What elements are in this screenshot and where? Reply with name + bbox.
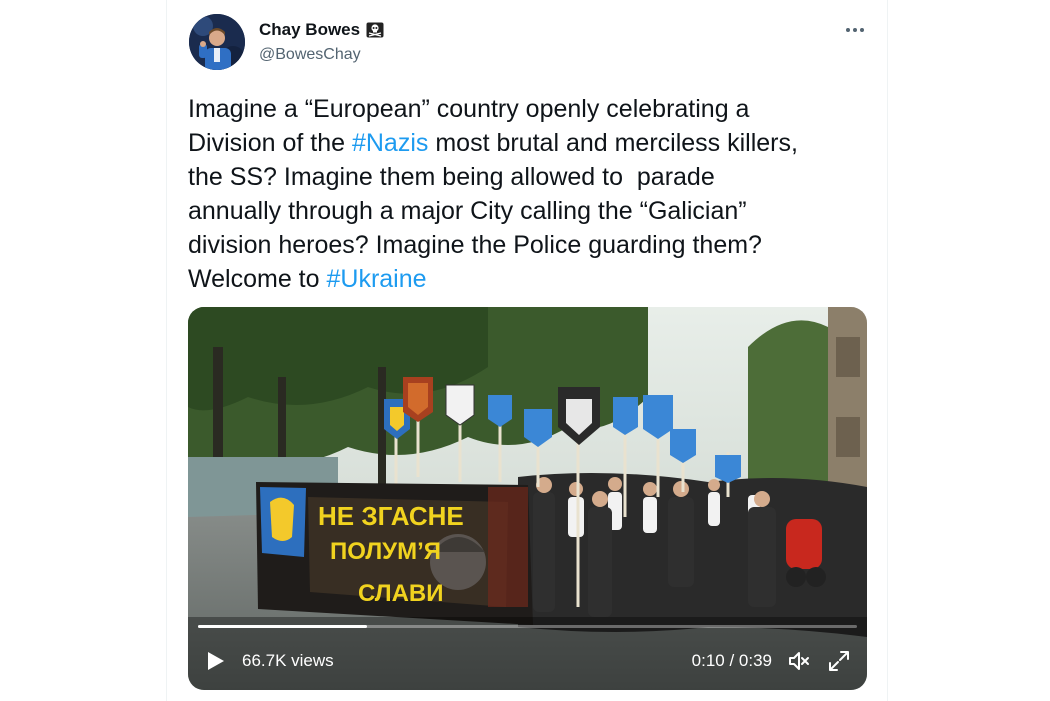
tweet-card: Chay Bowes @BowesChay Imagine a “Europea… (166, 0, 888, 701)
author-handle[interactable]: @BowesChay (259, 46, 361, 64)
skull-crossbones-icon (366, 22, 384, 38)
video-player[interactable]: НЕ ЗГАСНЕ ПОЛУМ’Я СЛАВИ 66.7K views 0:10… (188, 307, 867, 690)
avatar[interactable] (189, 14, 245, 70)
video-time: 0:10 / 0:39 (691, 651, 772, 670)
view-count: 66.7K views (242, 651, 334, 670)
video-progress-bar[interactable] (198, 625, 857, 628)
play-icon[interactable] (204, 650, 226, 672)
video-frame: НЕ ЗГАСНЕ ПОЛУМ’Я СЛАВИ (188, 307, 867, 690)
volume-muted-icon[interactable] (787, 649, 811, 673)
tweet-text: Imagine a “European” country openly cele… (188, 92, 878, 296)
banner-line-2: ПОЛУМ’Я (330, 538, 441, 565)
banner-line-3: СЛАВИ (358, 580, 444, 607)
author-display-name[interactable]: Chay Bowes (259, 20, 360, 40)
more-options-icon[interactable] (843, 18, 867, 42)
hashtag-nazis-link[interactable]: #Nazis (352, 129, 428, 157)
video-progress-fill (198, 625, 367, 628)
video-controls: 66.7K views 0:10 / 0:39 (188, 634, 867, 690)
hashtag-ukraine-link[interactable]: #Ukraine (326, 265, 426, 293)
author-name-row: Chay Bowes (259, 20, 384, 40)
banner-line-1: НЕ ЗГАСНЕ (318, 501, 464, 531)
fullscreen-icon[interactable] (827, 649, 851, 673)
